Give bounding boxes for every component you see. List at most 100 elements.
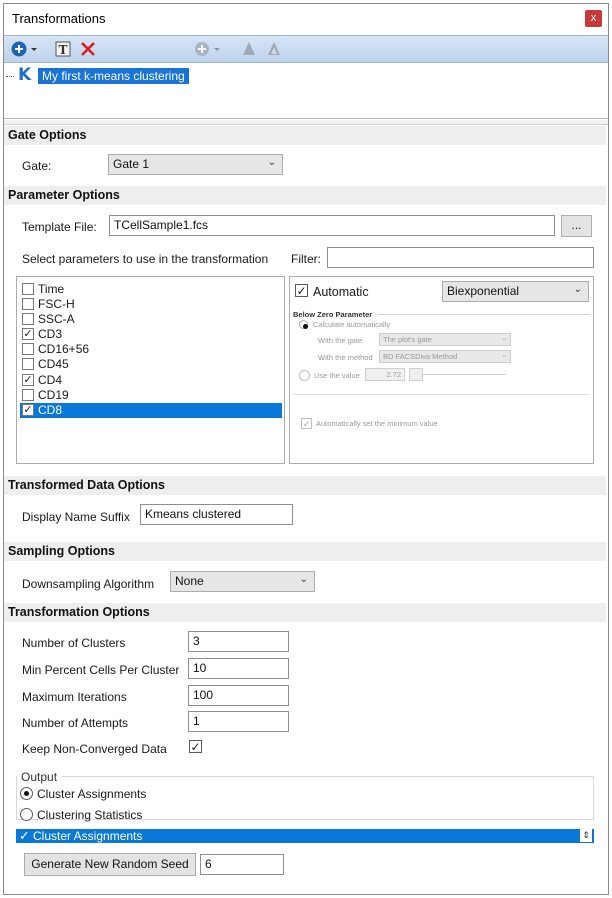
gate-label: Gate: (22, 159, 52, 173)
options-panel: Gate Options Gate: Gate 1 ⌄ Parameter Op… (4, 126, 608, 894)
clustering-statistics-radio[interactable] (20, 808, 33, 821)
parameter-name: CD3 (38, 327, 63, 341)
with-method-value: BD FACSDiva Method (383, 352, 458, 361)
transformations-window: Transformations x T K My first k-means c… (3, 3, 609, 895)
panel-divider (293, 394, 590, 395)
generate-seed-button[interactable]: Generate New Random Seed (24, 853, 196, 876)
attempts-input[interactable]: 1 (188, 711, 289, 732)
list-item-fsc-h[interactable]: FSC-H (20, 297, 282, 312)
num-clusters-input[interactable]: 3 (188, 631, 289, 652)
transform-type-value: Biexponential (447, 284, 520, 298)
output-row-check-icon: ✓ (19, 828, 30, 843)
splitter[interactable] (4, 120, 608, 125)
parameter-list[interactable]: Time FSC-H SSC-A ✓ CD3 CD16+56 CD45 ✓ CD… (16, 276, 285, 464)
sampling-options-header: Sampling Options (4, 542, 606, 561)
use-value-label: Use the value (314, 371, 360, 380)
max-iterations-label: Maximum Iterations (22, 690, 127, 704)
delete-icon[interactable] (80, 39, 96, 59)
browse-button[interactable]: ... (561, 215, 592, 237)
below-zero-header: Below Zero Parameter (293, 310, 373, 319)
add-disabled-icon[interactable] (193, 39, 211, 59)
parameter-checkbox-checked[interactable]: ✓ (22, 328, 34, 340)
keep-non-converged-label: Keep Non-Converged Data (22, 742, 167, 756)
with-method-select[interactable]: BD FACSDiva Method ⌄ (379, 350, 511, 363)
auto-min-label: Automatically set the minimum value (316, 419, 438, 428)
parameter-name: FSC-H (38, 297, 75, 311)
list-item-cd16-56[interactable]: CD16+56 (20, 342, 282, 357)
parameter-checkbox-checked[interactable]: ✓ (22, 404, 34, 416)
automatic-checkbox[interactable]: ✓ (295, 284, 308, 297)
chevron-down-icon: ⌄ (573, 284, 582, 295)
seed-input[interactable]: 6 (200, 854, 284, 875)
with-gate-value: The plot's gate (383, 335, 432, 344)
value-slider-track[interactable] (423, 374, 506, 375)
filter-input[interactable] (327, 247, 594, 268)
parameter-checkbox[interactable] (22, 389, 34, 401)
output-group-border (62, 776, 594, 777)
chevron-down-icon: ⌄ (299, 574, 308, 585)
kmeans-logo-icon: K (18, 65, 32, 85)
list-item-cd3[interactable]: ✓ CD3 (20, 327, 282, 342)
parameter-checkbox-checked[interactable]: ✓ (22, 374, 34, 386)
automatic-label: Automatic (313, 285, 369, 299)
template-file-input[interactable]: TCellSample1.fcs (109, 215, 555, 236)
cluster-assignments-radio[interactable] (20, 787, 33, 800)
calc-auto-radio[interactable] (299, 320, 308, 329)
parameter-checkbox[interactable] (22, 283, 34, 295)
toolbar: T (4, 35, 608, 63)
keep-non-converged-checkbox[interactable]: ✓ (189, 740, 202, 753)
min-percent-label: Min Percent Cells Per Cluster (22, 663, 180, 677)
close-button[interactable]: x (585, 10, 602, 27)
select-parameters-label: Select parameters to use in the transfor… (22, 252, 269, 266)
parameter-name: Time (38, 282, 65, 296)
parameter-checkbox[interactable] (22, 358, 34, 370)
parameter-options-header: Parameter Options (4, 186, 606, 205)
with-method-label: With the method (318, 353, 373, 362)
clustering-statistics-label: Clustering Statistics (37, 808, 143, 822)
use-value-input[interactable]: 2.72 (365, 368, 405, 381)
auto-min-checkbox[interactable]: ✓ (301, 418, 312, 429)
transform-type-select[interactable]: Biexponential ⌄ (442, 281, 589, 302)
move-up-icon[interactable] (241, 39, 257, 59)
tree-item-kmeans[interactable]: My first k-means clustering (38, 68, 189, 84)
downsampling-select[interactable]: None ⌄ (170, 571, 315, 592)
parameter-name: CD45 (38, 357, 69, 371)
with-gate-label: With the gate (318, 336, 363, 345)
dropdown-arrow-icon[interactable] (30, 39, 38, 59)
parameter-name: CD16+56 (38, 342, 90, 356)
slider-thumb[interactable] (409, 368, 423, 381)
parameter-checkbox[interactable] (22, 343, 34, 355)
filter-label: Filter: (291, 252, 321, 266)
max-iterations-input[interactable]: 100 (188, 685, 289, 706)
parameter-checkbox[interactable] (22, 298, 34, 310)
list-item-ssc-a[interactable]: SSC-A (20, 312, 282, 327)
suffix-input[interactable]: Kmeans clustered (140, 504, 293, 525)
downsampling-label: Downsampling Algorithm (22, 577, 155, 591)
list-item-time[interactable]: Time (20, 282, 282, 297)
suffix-label: Display Name Suffix (22, 510, 130, 524)
list-item-cd4[interactable]: ✓ CD4 (20, 373, 282, 388)
list-item-cd8[interactable]: ✓ CD8 (20, 403, 282, 418)
gate-options-header: Gate Options (4, 126, 606, 145)
transformed-data-options-header: Transformed Data Options (4, 476, 606, 495)
list-item-cd19[interactable]: CD19 (20, 388, 282, 403)
gate-select[interactable]: Gate 1 ⌄ (108, 154, 283, 175)
tree-connector (6, 76, 14, 77)
window-title: Transformations (12, 11, 106, 26)
output-selected-row[interactable]: ✓ Cluster Assignments ⇕ (16, 829, 594, 843)
min-percent-input[interactable]: 10 (188, 658, 289, 679)
chevron-down-icon: ⌄ (501, 352, 507, 359)
template-file-label: Template File: (22, 220, 97, 234)
use-value-radio[interactable] (299, 370, 310, 381)
spinner-icon[interactable]: ⇕ (580, 829, 592, 842)
parameter-name: SSC-A (38, 312, 75, 326)
rename-icon[interactable]: T (55, 39, 71, 59)
transform-settings-panel: ✓ Automatic Biexponential ⌄ Below Zero P… (289, 276, 594, 464)
with-gate-select[interactable]: The plot's gate ⌄ (379, 333, 511, 346)
list-item-cd45[interactable]: CD45 (20, 357, 282, 372)
add-icon[interactable] (10, 39, 28, 59)
transformation-options-header: Transformation Options (4, 603, 606, 622)
parameter-checkbox[interactable] (22, 313, 34, 325)
dropdown-arrow-disabled-icon[interactable] (213, 39, 221, 59)
move-down-icon[interactable] (266, 39, 282, 59)
